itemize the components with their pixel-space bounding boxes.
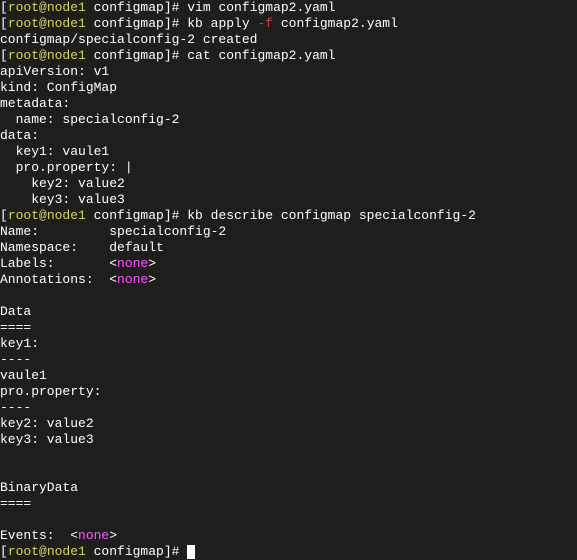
flag-f: -f [257,16,273,31]
output-created: configmap/specialconfig-2 created [0,32,257,47]
separator-equals: ==== [0,320,31,335]
yaml-line: key1: vaule1 [0,144,109,159]
terminal-output[interactable]: [root@node1 configmap]# vim configmap2.y… [0,0,577,560]
user-host: root@node1 [8,48,86,63]
separator-dashes: ---- [0,352,31,367]
user-host: root@node1 [8,0,86,15]
yaml-line: pro.property: | [0,160,133,175]
describe-labels: Labels: <none> [0,256,156,271]
command-vim: vim configmap2.yaml [187,0,335,15]
data-key: pro.property: [0,384,101,399]
none-value: none [117,272,148,287]
prompt-line-last: [root@node1 configmap]# [0,544,195,559]
prompt-line-3: [root@node1 configmap]# cat configmap2.y… [0,48,335,63]
yaml-line: name: specialconfig-2 [0,112,179,127]
user-host: root@node1 [8,208,86,223]
yaml-line: key3: value3 [0,192,125,207]
describe-annotations: Annotations: <none> [0,272,156,287]
cursor-icon [187,545,195,559]
yaml-line: key2: value2 [0,176,125,191]
user-host: root@node1 [8,544,86,559]
data-value: key2: value2 [0,416,94,431]
prompt-line-4: [root@node1 configmap]# kb describe conf… [0,208,476,223]
separator-dashes: ---- [0,400,31,415]
command-describe: kb describe configmap specialconfig-2 [187,208,476,223]
none-value: none [117,256,148,271]
user-host: root@node1 [8,16,86,31]
describe-name: Name: specialconfig-2 [0,224,226,239]
data-value: vaule1 [0,368,47,383]
yaml-line: metadata: [0,96,70,111]
prompt-line-2: [root@node1 configmap]# kb apply -f conf… [0,16,398,31]
data-value: key3: value3 [0,432,94,447]
describe-events: Events: <none> [0,528,117,543]
describe-namespace: Namespace: default [0,240,164,255]
yaml-line: apiVersion: v1 [0,64,109,79]
yaml-line: data: [0,128,39,143]
data-header: Data [0,304,31,319]
separator-equals: ==== [0,496,31,511]
yaml-line: kind: ConfigMap [0,80,117,95]
binarydata-header: BinaryData [0,480,78,495]
command-apply: kb apply [187,16,257,31]
data-key: key1: [0,336,39,351]
none-value: none [78,528,109,543]
command-cat: cat configmap2.yaml [187,48,335,63]
prompt-line-1: [root@node1 configmap]# vim configmap2.y… [0,0,335,15]
